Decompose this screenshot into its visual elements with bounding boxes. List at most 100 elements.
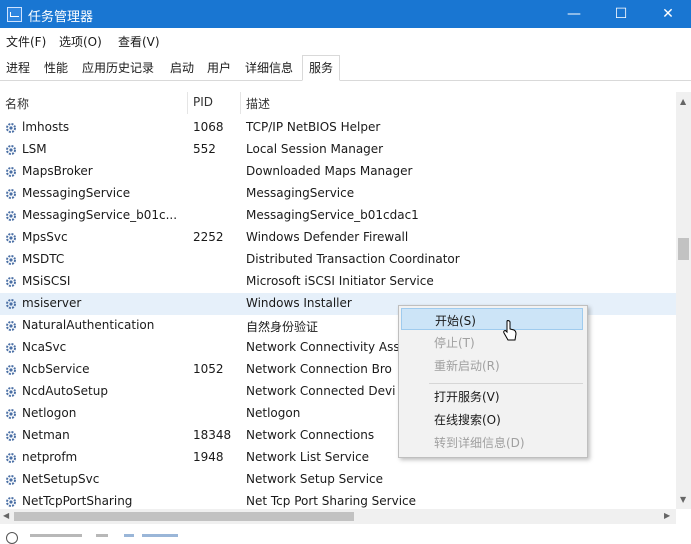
column-header-pid[interactable]: PID [193,95,213,109]
minimize-button[interactable]: — [551,0,597,28]
service-description: Distributed Transaction Coordinator [246,252,460,266]
service-description: MessagingService [246,186,355,200]
service-name: lmhosts [22,120,70,134]
gear-icon [5,210,17,222]
service-description: Net Tcp Port Sharing Service [246,494,417,508]
scroll-down-icon[interactable]: ▼ [680,495,686,504]
tab-app-history[interactable]: 应用历史记录 [80,58,156,80]
service-description: Network Connection Bro [246,362,392,376]
menu-item-label: 重新启动(R) [434,359,500,373]
service-pid: 1052 [193,362,224,376]
service-name: NcaSvc [22,340,67,354]
context-menu-open-services[interactable]: 打开服务(V) [401,385,583,407]
fewer-details-link[interactable] [30,534,82,537]
tab-users[interactable]: 用户 [205,58,233,80]
vertical-scrollbar[interactable]: ▲ ▼ [676,92,691,509]
service-pid: 2252 [193,230,224,244]
service-name: netprofm [22,450,78,464]
menu-view[interactable]: 查看(V) [118,33,160,50]
context-menu-stop: 停止(T) [401,331,583,353]
tab-bar: 进程 性能 应用历史记录 启动 用户 详细信息 服务 [0,52,691,81]
gear-icon [5,276,17,288]
column-header-description[interactable]: 描述 [246,95,270,112]
gear-icon [5,320,17,332]
gear-icon [5,386,17,398]
service-row[interactable]: MSiSCSI Microsoft iSCSI Initiator Service [0,271,676,293]
service-row[interactable]: MessagingService MessagingService [0,183,676,205]
column-divider[interactable] [240,92,241,114]
context-menu: 开始(S) 停止(T) 重新启动(R) 打开服务(V) 在线搜索(O) 转到详细… [398,305,588,458]
horizontal-scrollbar[interactable]: ◀ ▶ [0,509,676,524]
service-row[interactable]: lmhosts 1068 TCP/IP NetBIOS Helper [0,117,676,139]
tab-services[interactable]: 服务 [302,55,341,81]
service-description: Network Setup Service [246,472,384,486]
service-name: msiserver [22,296,82,310]
close-button[interactable]: ✕ [645,0,691,28]
window-title: 任务管理器 [28,10,94,25]
footer-separator [96,534,108,537]
service-description: Network Connections [246,428,375,442]
context-menu-go-to-details: 转到详细信息(D) [401,431,583,453]
service-description: Microsoft iSCSI Initiator Service [246,274,434,288]
gear-icon [5,144,17,156]
collapse-details-icon[interactable] [6,532,18,544]
maximize-button[interactable]: ☐ [598,0,644,28]
service-description: Local Session Manager [246,142,384,156]
service-pid: 1068 [193,120,224,134]
service-description: Windows Defender Firewall [246,230,409,244]
service-name: MpsSvc [22,230,68,244]
context-menu-search-online[interactable]: 在线搜索(O) [401,408,583,430]
service-name: NaturalAuthentication [22,318,155,332]
mouse-pointer-icon [503,320,517,341]
menu-item-label: 在线搜索(O) [434,413,501,427]
service-name: MessagingService_b01c... [22,208,178,222]
scroll-right-icon[interactable]: ▶ [664,511,670,520]
scroll-left-icon[interactable]: ◀ [3,511,9,520]
column-header-row: 名称 PID 描述 [0,92,691,114]
menu-file[interactable]: 文件(F) [6,33,46,50]
service-row[interactable]: MessagingService_b01c... MessagingService… [0,205,676,227]
tab-processes[interactable]: 进程 [4,58,32,80]
service-name: MSiSCSI [22,274,71,288]
service-row[interactable]: MapsBroker Downloaded Maps Manager [0,161,676,183]
service-description: TCP/IP NetBIOS Helper [246,120,381,134]
service-pid: 18348 [193,428,232,442]
gear-icon [5,364,17,376]
gear-icon [5,342,17,354]
menu-item-label: 打开服务(V) [434,390,500,404]
service-name: MapsBroker [22,164,93,178]
gear-icon [5,430,17,442]
scroll-up-icon[interactable]: ▲ [680,97,686,106]
tab-performance[interactable]: 性能 [42,58,70,80]
context-menu-start[interactable]: 开始(S) [401,308,583,330]
service-row[interactable]: NetTcpPortSharing Net Tcp Port Sharing Se… [0,491,676,509]
service-name: MSDTC [22,252,65,266]
vertical-scroll-thumb[interactable] [678,238,689,260]
open-services-link[interactable] [142,534,178,537]
column-divider[interactable] [187,92,188,114]
service-description: Downloaded Maps Manager [246,164,413,178]
service-name: NcdAutoSetup [22,384,108,398]
gear-icon [5,408,17,420]
column-header-name[interactable]: 名称 [5,95,29,112]
tab-startup[interactable]: 启动 [168,58,196,80]
horizontal-scroll-thumb[interactable] [14,512,354,521]
context-menu-restart: 重新启动(R) [401,354,583,376]
menu-bar: 文件(F) 选项(O) 查看(V) [0,28,691,52]
service-description: Netlogon [246,406,301,420]
service-pid: 552 [193,142,216,156]
service-row[interactable]: MSDTC Distributed Transaction Coordinator [0,249,676,271]
service-name: LSM [22,142,47,156]
menu-item-label: 开始(S) [435,314,476,328]
title-bar: 任务管理器 — ☐ ✕ [0,0,691,28]
service-row[interactable]: MpsSvc 2252 Windows Defender Firewall [0,227,676,249]
tab-details[interactable]: 详细信息 [243,58,295,80]
gear-icon [5,298,17,310]
service-description: Network Connected Devi [246,384,396,398]
service-row[interactable]: NetSetupSvc Network Setup Service [0,469,676,491]
service-row[interactable]: LSM 552 Local Session Manager [0,139,676,161]
menu-options[interactable]: 选项(O) [59,33,102,50]
gear-icon [5,166,17,178]
service-description: Windows Installer [246,296,352,310]
services-icon[interactable] [124,534,134,537]
